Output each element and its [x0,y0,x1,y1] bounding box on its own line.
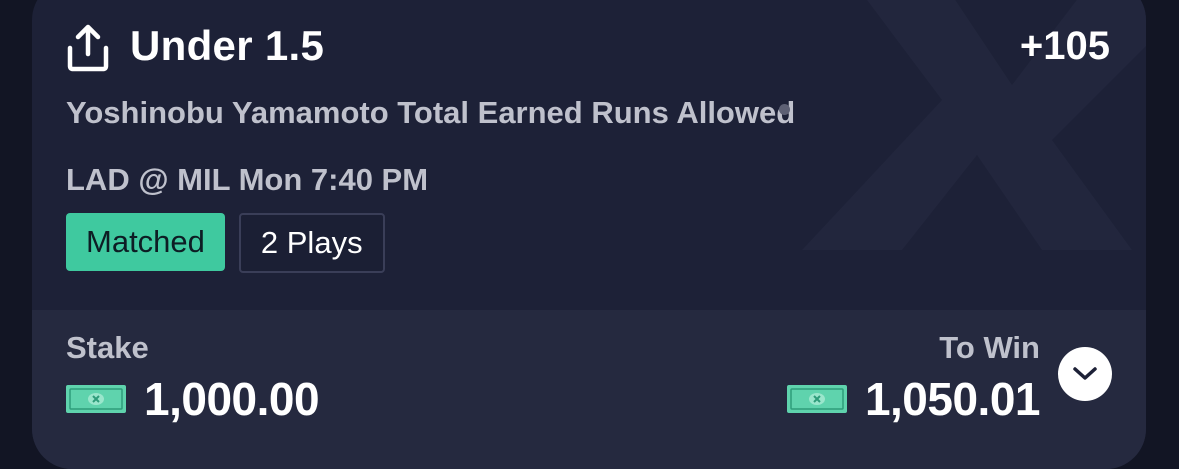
chevron-down-icon [1073,367,1097,380]
stake-row: 1,000.00 [66,372,320,426]
status-badge: Matched [66,213,225,271]
share-icon[interactable] [66,24,110,72]
expand-button[interactable] [1058,347,1112,401]
cash-icon [786,385,847,413]
pick-title: Under 1.5 [130,22,325,69]
plays-badge[interactable]: 2 Plays [238,213,385,273]
to-win-amount: 1,050.01 [864,373,1041,425]
stake-label: Stake [66,330,149,365]
bet-card: Under 1.5 +105 Yoshinobu Yamamoto Total … [32,0,1146,469]
badge-row: Matched 2 Plays [66,213,385,273]
market-description: Yoshinobu Yamamoto Total Earned Runs All… [66,95,796,130]
game-matchup: LAD @ MIL Mon 7:40 PM [66,162,429,197]
cash-icon [66,385,126,413]
bet-header: Under 1.5 +105 Yoshinobu Yamamoto Total … [32,0,1146,310]
bet-footer: Stake 1,000.00 To Win 1,050.01 [32,310,1146,469]
stake-amount: 1,000.00 [144,373,320,425]
odds-value: +105 [1019,24,1110,68]
to-win-label: To Win [939,330,1040,365]
to-win-row: 1,050.01 [786,372,1041,426]
live-dot-icon [779,104,790,115]
